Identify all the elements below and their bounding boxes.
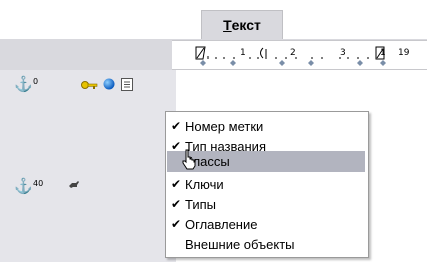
- gutter-panel: [0, 39, 176, 262]
- check-icon: ✔: [170, 217, 182, 231]
- key-icon[interactable]: [80, 80, 98, 90]
- gutter-row: ⚓ 0: [14, 77, 38, 93]
- ruler-number: 2: [290, 48, 296, 58]
- menu-item-external-objects[interactable]: Внешние объекты: [167, 234, 365, 255]
- check-icon: ✔: [170, 119, 182, 133]
- tab-text[interactable]: Текст: [201, 10, 283, 39]
- check-icon: ✔: [170, 177, 182, 191]
- ruler[interactable]: 1 2 3 1 19: [172, 40, 427, 70]
- ruler-number: 1: [240, 48, 246, 58]
- anchor-icon[interactable]: ⚓: [14, 77, 33, 93]
- ruler-number: 3: [340, 48, 346, 58]
- tab-stop-markers: [200, 60, 386, 66]
- menu-item-keys[interactable]: ✔ Ключи: [167, 174, 365, 195]
- ruler-ticks: [195, 46, 386, 66]
- tab-text-label: екст: [231, 17, 261, 33]
- left-indent-marker[interactable]: [195, 46, 206, 60]
- level-value: 0: [33, 77, 39, 86]
- anchor-icon[interactable]: ⚓: [14, 179, 33, 195]
- context-menu: ✔ Номер метки ✔ Тип названия Классы ✔ Кл…: [165, 111, 369, 258]
- tab-text-mnemonic: Т: [223, 17, 232, 33]
- menu-item-label-number[interactable]: ✔ Номер метки: [167, 116, 365, 137]
- level-value: 40: [33, 179, 44, 188]
- menu-item-types[interactable]: ✔ Типы: [167, 194, 365, 215]
- gutter-row: ⚓ 40: [14, 179, 43, 195]
- hand-cursor-icon: [182, 149, 196, 170]
- document-icon[interactable]: [121, 78, 133, 91]
- ruler-number: 19: [398, 48, 410, 58]
- first-indent-marker[interactable]: [260, 47, 264, 59]
- pin-icon[interactable]: [68, 180, 80, 189]
- menu-item-contents[interactable]: ✔ Оглавление: [167, 214, 365, 235]
- ruler-number: 1: [380, 48, 386, 58]
- check-icon: ✔: [170, 197, 182, 211]
- globe-icon[interactable]: [103, 78, 115, 90]
